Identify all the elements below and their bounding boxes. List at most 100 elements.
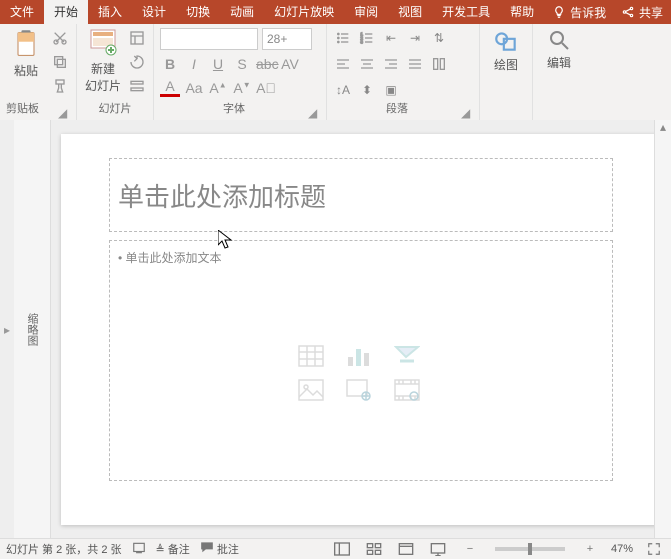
sorter-view-button[interactable]	[363, 541, 385, 557]
text-direction-button[interactable]: ↕A	[333, 80, 353, 100]
align-center-button[interactable]	[357, 54, 377, 74]
paste-icon	[12, 28, 40, 60]
insert-smartart-icon[interactable]	[392, 343, 422, 369]
insert-online-picture-icon[interactable]	[344, 377, 374, 403]
format-painter-icon[interactable]	[50, 76, 70, 96]
grow-font-button[interactable]: A▲	[208, 80, 228, 96]
zoom-slider[interactable]	[495, 547, 565, 551]
status-bar: 幻灯片 第 2 张，共 2 张 ≜ 备注 批注 − + 47%	[0, 538, 671, 559]
group-paragraph: 123 ⇤ ⇥ ⇅ ↕A ⬍ ▣ 段落 ◢	[327, 24, 480, 120]
insert-picture-icon[interactable]	[296, 377, 326, 403]
layout-icon[interactable]	[127, 28, 147, 48]
tab-design[interactable]: 设计	[132, 0, 176, 24]
svg-text:3: 3	[360, 39, 363, 44]
find-icon	[547, 28, 571, 52]
tab-insert[interactable]: 插入	[88, 0, 132, 24]
group-label-font: 字体	[160, 100, 308, 118]
ribbon: 粘贴 剪贴板 ◢ 新建 幻灯片 幻灯片	[0, 24, 671, 121]
share-button[interactable]: 共享	[621, 4, 663, 21]
normal-view-button[interactable]	[331, 541, 353, 557]
italic-button[interactable]: I	[184, 56, 204, 72]
font-color-button[interactable]: A	[160, 78, 180, 97]
paste-button[interactable]: 粘贴	[6, 28, 46, 79]
slide[interactable]: 单击此处添加标题 • 单击此处添加文本	[61, 134, 661, 525]
numbering-button[interactable]: 123	[357, 28, 377, 48]
zoom-in-button[interactable]: +	[579, 541, 601, 557]
underline-button[interactable]: U	[208, 56, 228, 72]
strike-button[interactable]: abc	[256, 56, 276, 72]
bulb-icon	[552, 5, 566, 19]
group-font: 28+ B I U S abc AV A Aa A▲ A▼ A⃠ 字体 ◢	[154, 24, 327, 120]
columns-button[interactable]	[429, 54, 449, 74]
change-case-button[interactable]: Aa	[184, 80, 204, 96]
group-label-slides: 幻灯片	[83, 100, 147, 118]
spacing-button[interactable]: AV	[280, 56, 300, 72]
notes-button[interactable]: ≜ 备注	[156, 541, 190, 557]
zoom-out-button[interactable]: −	[459, 541, 481, 557]
tell-me[interactable]: 告诉我	[544, 4, 614, 21]
align-left-button[interactable]	[333, 54, 353, 74]
group-editing: 编辑	[533, 24, 585, 120]
vertical-scrollbar[interactable]: ▴	[654, 120, 671, 539]
spellcheck-icon[interactable]	[132, 541, 146, 558]
bullets-button[interactable]	[333, 28, 353, 48]
indent-dec-button[interactable]: ⇤	[381, 28, 401, 48]
clipboard-launcher[interactable]: ◢	[58, 106, 70, 118]
shapes-icon	[493, 28, 519, 54]
tab-developer[interactable]: 开发工具	[432, 0, 500, 24]
group-label-clipboard: 剪贴板	[6, 100, 39, 118]
insert-table-icon[interactable]	[296, 343, 326, 369]
justify-button[interactable]	[405, 54, 425, 74]
title-placeholder[interactable]: 单击此处添加标题	[109, 158, 613, 232]
font-launcher[interactable]: ◢	[308, 106, 320, 118]
new-slide-button[interactable]: 新建 幻灯片	[83, 28, 123, 94]
slide-counter: 幻灯片 第 2 张，共 2 张	[6, 541, 122, 557]
tab-review[interactable]: 审阅	[344, 0, 388, 24]
content-icons	[296, 343, 426, 403]
group-clipboard: 粘贴 剪贴板 ◢	[0, 24, 77, 120]
paragraph-launcher[interactable]: ◢	[461, 106, 473, 118]
reset-icon[interactable]	[127, 52, 147, 72]
editing-button[interactable]: 编辑	[539, 28, 579, 71]
insert-chart-icon[interactable]	[344, 343, 374, 369]
bold-button[interactable]: B	[160, 56, 180, 72]
copy-icon[interactable]	[50, 52, 70, 72]
shrink-font-button[interactable]: A▼	[232, 80, 252, 96]
menu-tabs: 文件 开始 插入 设计 切换 动画 幻灯片放映 审阅 视图 开发工具 帮助 告诉…	[0, 0, 614, 24]
tab-file[interactable]: 文件	[0, 0, 44, 24]
group-drawing: 绘图	[480, 24, 533, 120]
tab-transition[interactable]: 切换	[176, 0, 220, 24]
thumbnail-pane[interactable]: 缩略图	[14, 120, 51, 539]
align-text-button[interactable]: ⬍	[357, 80, 377, 100]
indent-inc-button[interactable]: ⇥	[405, 28, 425, 48]
content-placeholder[interactable]: • 单击此处添加文本	[109, 240, 613, 481]
tab-home[interactable]: 开始	[44, 0, 88, 24]
tab-slideshow[interactable]: 幻灯片放映	[264, 0, 344, 24]
insert-video-icon[interactable]	[392, 377, 422, 403]
line-spacing-button[interactable]: ⇅	[429, 28, 449, 48]
zoom-level[interactable]: 47%	[611, 543, 633, 555]
tab-view[interactable]: 视图	[388, 0, 432, 24]
fit-window-button[interactable]	[643, 541, 665, 557]
cut-icon[interactable]	[50, 28, 70, 48]
group-slides: 新建 幻灯片 幻灯片	[77, 24, 154, 120]
smartart-button[interactable]: ▣	[381, 80, 401, 100]
tab-help[interactable]: 帮助	[500, 0, 544, 24]
section-icon[interactable]	[127, 76, 147, 96]
group-label-paragraph: 段落	[333, 100, 461, 118]
slide-canvas: 单击此处添加标题 • 单击此处添加文本	[51, 120, 671, 539]
new-slide-icon	[89, 28, 117, 58]
drawing-button[interactable]: 绘图	[486, 28, 526, 73]
font-size-combo[interactable]: 28+	[262, 28, 312, 50]
thumbnail-expand[interactable]: ▸	[0, 120, 14, 539]
clear-format-button[interactable]: A⃠	[256, 80, 276, 96]
reading-view-button[interactable]	[395, 541, 417, 557]
thumbnail-label: 缩略图	[24, 313, 40, 346]
scroll-up-icon[interactable]: ▴	[655, 120, 671, 136]
align-right-button[interactable]	[381, 54, 401, 74]
comments-button[interactable]: 批注	[200, 541, 239, 557]
font-name-combo[interactable]	[160, 28, 258, 50]
slideshow-view-button[interactable]	[427, 541, 449, 557]
shadow-button[interactable]: S	[232, 56, 252, 72]
tab-animation[interactable]: 动画	[220, 0, 264, 24]
